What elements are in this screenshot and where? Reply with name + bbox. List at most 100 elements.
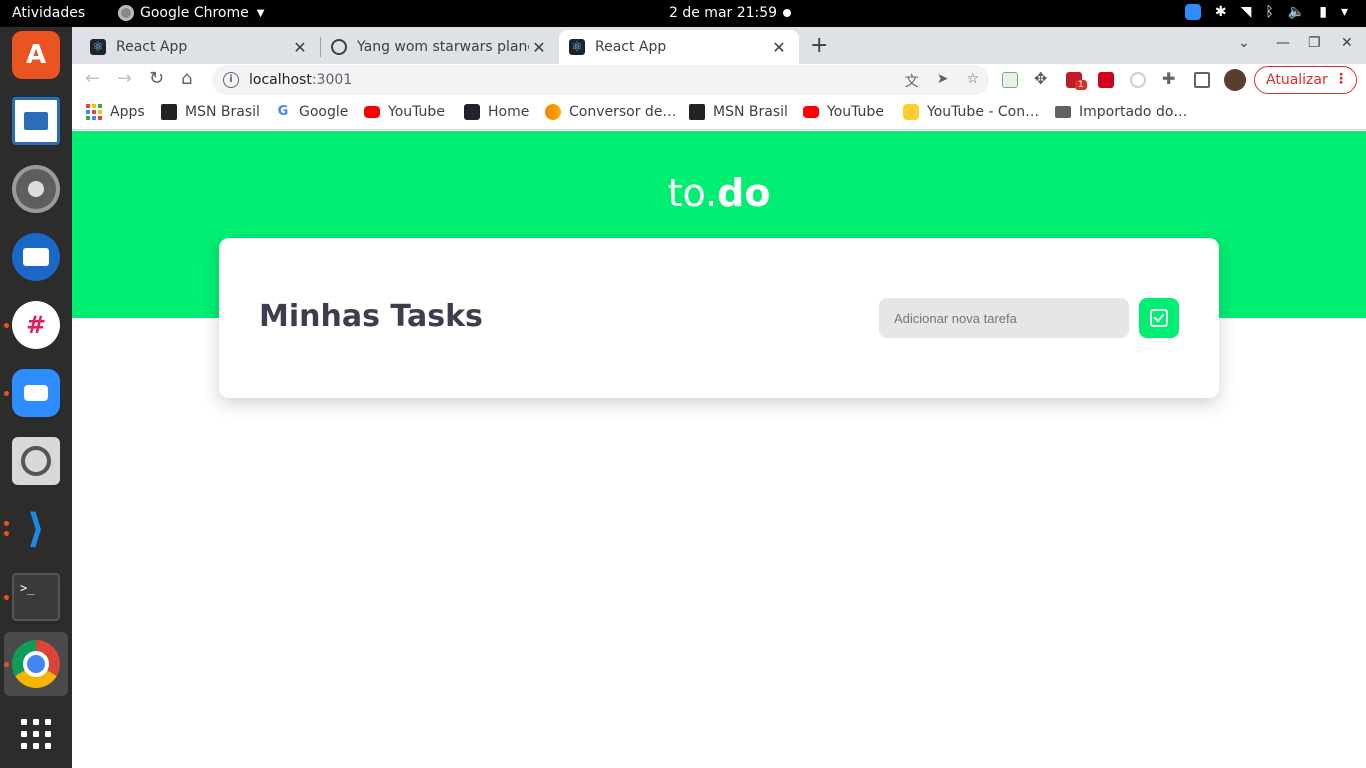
update-button[interactable]: Atualizar ⋮ (1254, 66, 1357, 94)
chrome-icon[interactable] (12, 640, 60, 688)
send-icon[interactable]: ➤ (937, 71, 949, 91)
bookmark-label: Home (488, 104, 530, 120)
forward-arrow-icon[interactable]: → (117, 68, 132, 89)
bookmark-msn-brasil[interactable]: MSN Brasil (161, 104, 260, 120)
ubuntu-software-icon[interactable]: A (12, 31, 60, 79)
close-icon[interactable]: ✕ (769, 38, 789, 57)
bookmark-msn-brasil-2[interactable]: MSN Brasil (689, 104, 788, 120)
libreoffice-writer-icon[interactable] (12, 97, 60, 145)
bookmark-google[interactable]: G Google (275, 104, 348, 120)
thunderbird-icon[interactable] (12, 233, 60, 281)
bookmark-star-icon[interactable]: ☆ (966, 71, 979, 91)
running-indicator (4, 595, 9, 600)
update-label: Atualizar (1266, 72, 1328, 88)
bookmark-label: Apps (110, 104, 145, 120)
terminal-icon[interactable]: >_ (12, 573, 60, 621)
activities-button[interactable]: Atividades (12, 5, 85, 21)
tab-starwars[interactable]: Yang wom starwars plane ✕ (321, 30, 559, 64)
image-viewer-icon[interactable] (12, 437, 60, 485)
sheets-extension-icon[interactable] (1002, 72, 1018, 88)
notification-dot (783, 9, 791, 17)
bookmark-label: YouTube (827, 104, 884, 120)
profile-avatar[interactable] (1224, 69, 1246, 91)
bookmark-importado[interactable]: Importado do… (1055, 104, 1187, 120)
address-bar[interactable]: i localhost:3001 文 ➤ ☆ (212, 65, 989, 95)
slack-tray-icon[interactable]: ✱ (1215, 4, 1227, 20)
folder-icon (1055, 106, 1071, 118)
tab-label: Yang wom starwars plane (357, 39, 529, 55)
home-icon[interactable]: ⌂ (181, 68, 192, 89)
power-menu-icon[interactable]: ▾ (1341, 4, 1348, 20)
new-task-input[interactable] (879, 298, 1129, 338)
tab-react-app-1[interactable]: ⚛ React App ✕ (80, 30, 320, 64)
tasks-card: Minhas Tasks (219, 238, 1219, 398)
window-close-icon[interactable]: ✕ (1341, 35, 1353, 51)
more-menu-icon[interactable]: ⋮ (1334, 71, 1348, 87)
web-page: to.do Minhas Tasks (72, 131, 1366, 768)
system-tray[interactable]: ✱ ◥ ᛒ 🔈 ▮ ▾ (1184, 4, 1348, 20)
running-indicator (4, 391, 9, 396)
logo-text-light: to. (667, 171, 718, 215)
logo-text-bold: do (717, 171, 771, 215)
bluetooth-icon[interactable]: ᛒ (1265, 4, 1273, 20)
bookmark-youtube-con[interactable]: YouTube - Con… (903, 104, 1039, 120)
tab-search-chevron-icon[interactable]: ⌄ (1238, 35, 1250, 51)
page-title: Minhas Tasks (259, 299, 483, 334)
new-tab-plus-icon[interactable]: + (810, 33, 828, 58)
reload-icon[interactable]: ↻ (149, 68, 164, 89)
bookmark-youtube[interactable]: YouTube (364, 104, 445, 120)
translate-icon[interactable]: 文 (905, 71, 919, 91)
bookmark-conversor[interactable]: Conversor de… (545, 104, 676, 120)
close-icon[interactable]: ✕ (290, 38, 310, 57)
bookmarks-bar: Apps MSN Brasil G Google YouTube Home Co… (72, 96, 1366, 130)
bookmark-label: YouTube (388, 104, 445, 120)
volume-icon[interactable]: 🔈 (1288, 4, 1305, 20)
clock[interactable]: 2 de mar 21:59 (669, 5, 777, 21)
minimize-icon[interactable]: — (1276, 35, 1290, 51)
running-indicator (4, 662, 9, 667)
youtube-icon (803, 106, 819, 118)
chrome-small-icon (118, 5, 134, 21)
browser-toolbar: ← → ↻ ⌂ i localhost:3001 文 ➤ ☆ ✥ 1 ✚ Atu… (72, 64, 1366, 96)
bookmark-youtube-2[interactable]: YouTube (803, 104, 884, 120)
settings-icon[interactable] (12, 165, 60, 213)
restore-icon[interactable]: ❐ (1308, 35, 1321, 51)
youtube-icon (364, 106, 380, 118)
red-extension-icon[interactable] (1098, 72, 1114, 88)
converter-icon (545, 104, 561, 120)
slack-icon[interactable]: # (12, 301, 60, 349)
extension-badge-count: 1 (1075, 80, 1087, 90)
youtube-con-icon (903, 104, 919, 120)
wifi-icon[interactable]: ◥ (1241, 4, 1252, 20)
tab-react-app-active[interactable]: ⚛ React App ✕ (559, 30, 799, 64)
bookmark-label: YouTube - Con… (927, 104, 1040, 120)
app-menu-label: Google Chrome (140, 5, 249, 21)
tab-label: React App (116, 39, 188, 55)
bookmark-label: Conversor de… (569, 104, 677, 120)
circle-extension-icon[interactable] (1130, 72, 1146, 88)
site-info-icon[interactable]: i (223, 72, 239, 88)
app-menu[interactable]: Google Chrome ▼ (118, 5, 264, 21)
battery-icon[interactable]: ▮ (1319, 4, 1327, 20)
msn-icon (689, 104, 705, 120)
bookmark-apps[interactable]: Apps (86, 104, 145, 120)
add-task-button[interactable] (1139, 298, 1179, 338)
close-icon[interactable]: ✕ (529, 38, 549, 57)
running-indicator (4, 521, 9, 526)
zoom-icon[interactable] (12, 369, 60, 417)
url-host: localhost (249, 72, 312, 88)
show-applications-icon[interactable] (12, 710, 60, 758)
bookmark-home[interactable]: Home (464, 104, 529, 120)
system-top-bar: Atividades Google Chrome ▼ 2 de mar 21:5… (0, 0, 1366, 27)
side-panel-icon[interactable] (1194, 72, 1210, 88)
back-arrow-icon[interactable]: ← (85, 68, 100, 89)
caret-down-icon: ▼ (256, 7, 265, 19)
vscode-icon[interactable]: ⟩ (12, 505, 60, 553)
bookmark-label: Google (299, 104, 349, 120)
zoom-indicator-icon[interactable] (1184, 4, 1201, 20)
apps-grid-icon (86, 104, 102, 120)
running-indicator (4, 531, 9, 536)
move-extension-icon[interactable]: ✥ (1034, 69, 1050, 88)
puzzle-extensions-icon[interactable]: ✚ (1162, 69, 1178, 88)
tab-strip: ⚛ React App ✕ Yang wom starwars plane ✕ … (72, 27, 1366, 64)
